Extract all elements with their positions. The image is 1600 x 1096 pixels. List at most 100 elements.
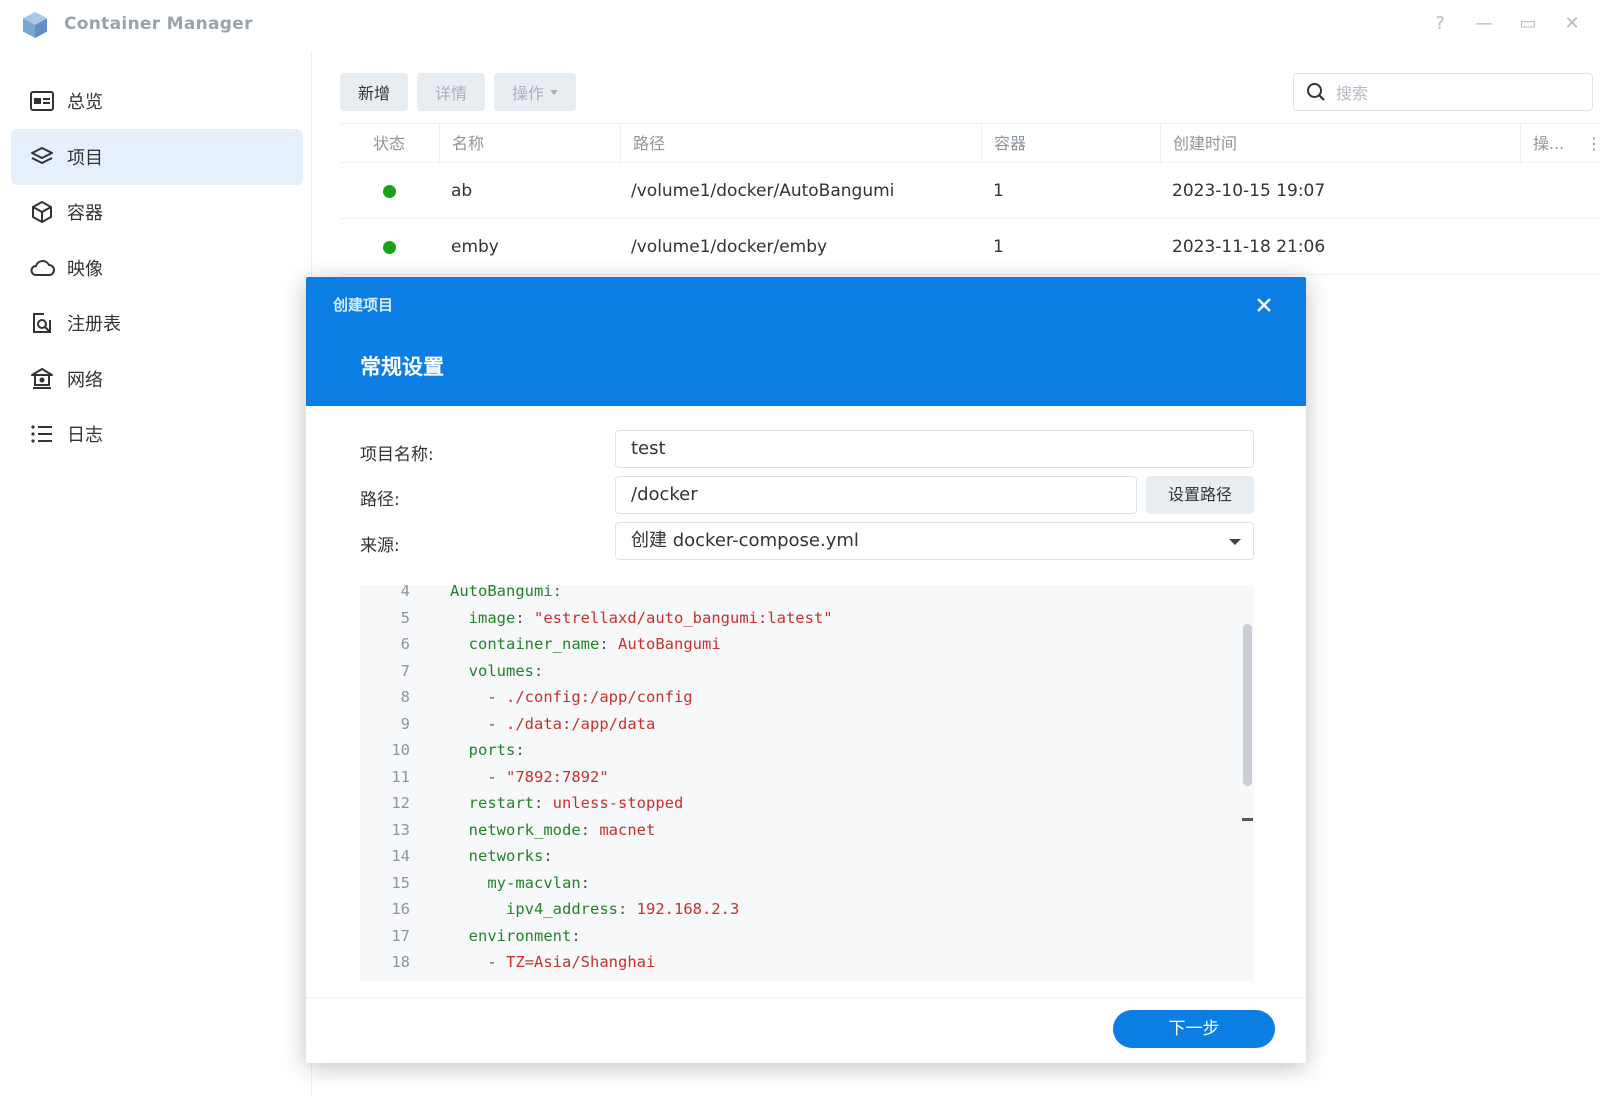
sidebar-item-network[interactable]: 网络 (11, 351, 303, 407)
close-icon[interactable] (1253, 294, 1275, 316)
table-header: 状态 名称 路径 容器 创建时间 操... ⋮ (340, 123, 1600, 164)
yaml-key: my-macvlan (487, 873, 581, 892)
project-name-input[interactable]: test (615, 430, 1254, 468)
source-select[interactable]: 创建 docker-compose.yml (615, 522, 1254, 560)
row-path: /volume1/docker/AutoBangumi (631, 181, 895, 201)
code-line: 4 AutoBangumi: (360, 585, 1220, 605)
line-number: 18 (391, 953, 410, 971)
column-header-name[interactable]: 名称 (439, 124, 484, 164)
sidebar-item-projects[interactable]: 项目 (11, 129, 303, 185)
search-placeholder: 搜索 (1336, 84, 1369, 103)
status-running-icon (383, 185, 396, 198)
table-row[interactable]: ab /volume1/docker/AutoBangumi 1 2023-10… (340, 163, 1600, 219)
code-content: - ./data:/app/data (450, 711, 655, 738)
code-line: 9 - ./data:/app/data (360, 711, 1220, 738)
yaml-value: ./config:/app/config (506, 688, 693, 706)
row-containers: 1 (993, 237, 1004, 257)
help-icon[interactable]: ? (1430, 12, 1450, 36)
editor-scroll-marker (1242, 818, 1253, 821)
code-line: 5 image: "estrellaxd/auto_bangumi:latest… (360, 605, 1220, 632)
maximize-icon[interactable]: ▭ (1518, 12, 1538, 36)
next-button[interactable]: 下一步 (1113, 1010, 1275, 1048)
set-path-button[interactable]: 设置路径 (1146, 476, 1254, 514)
projects-table: 状态 名称 路径 容器 创建时间 操... ⋮ ab /volume1/dock… (340, 123, 1600, 275)
list-icon (29, 421, 55, 447)
line-number: 7 (400, 661, 410, 680)
actions-dropdown[interactable]: 操作 (494, 73, 577, 111)
sidebar-item-label: 映像 (67, 259, 103, 280)
path-input[interactable]: /docker (615, 476, 1137, 514)
yaml-value: AutoBangumi (618, 635, 721, 653)
line-number: 10 (391, 741, 410, 759)
minimize-icon[interactable]: — (1474, 12, 1494, 36)
row-name: emby (451, 237, 499, 257)
status-running-icon (383, 241, 396, 254)
cloud-icon (29, 255, 55, 281)
yaml-separator: : (552, 585, 562, 600)
yaml-separator: - (487, 688, 506, 706)
sidebar-item-overview[interactable]: 总览 (11, 73, 303, 129)
table-row[interactable]: emby /volume1/docker/emby 1 2023-11-18 2… (340, 219, 1600, 275)
project-name-label: 项目名称: (360, 445, 434, 465)
row-path: /volume1/docker/emby (631, 237, 828, 257)
editor-scrollbar[interactable] (1243, 624, 1252, 786)
code-content: ipv4_address: 192.168.2.3 (450, 896, 739, 923)
sidebar-item-registry[interactable]: 注册表 (11, 295, 303, 351)
yaml-separator: : (534, 661, 544, 680)
column-header-path[interactable]: 路径 (620, 124, 665, 164)
column-header-status[interactable]: 状态 (373, 124, 405, 164)
source-label: 来源: (360, 536, 400, 556)
sidebar-item-label: 总览 (67, 92, 103, 113)
line-number: 12 (391, 794, 410, 812)
yaml-separator: : (571, 926, 581, 945)
code-content: networks: (450, 843, 553, 870)
path-label: 路径: (360, 490, 400, 510)
column-menu-icon[interactable]: ⋮ (1586, 124, 1600, 164)
code-content: volumes: (450, 658, 544, 685)
yaml-key: volumes (468, 661, 534, 680)
layers-icon (29, 144, 55, 170)
close-icon[interactable]: ✕ (1562, 12, 1582, 36)
dialog-header: 创建项目 常规设置 (306, 277, 1306, 406)
toolbar: 新增 详情 操作 (340, 73, 577, 111)
column-header-created[interactable]: 创建时间 (1160, 124, 1237, 164)
sidebar-item-logs[interactable]: 日志 (11, 406, 303, 462)
details-button[interactable]: 详情 (417, 73, 486, 111)
code-content: restart: unless-stopped (450, 790, 684, 817)
yaml-separator: : (617, 900, 637, 918)
yaml-value: macnet (599, 820, 656, 839)
line-number: 8 (400, 688, 410, 706)
cube-icon (29, 199, 55, 225)
code-line: 11 - "7892:7892" (360, 764, 1220, 791)
sidebar-item-images[interactable]: 映像 (11, 240, 303, 296)
line-number: 4 (400, 585, 410, 600)
dialog-title: 创建项目 (333, 296, 394, 314)
column-header-containers[interactable]: 容器 (981, 124, 1026, 164)
source-selected-value: 创建 docker-compose.yml (631, 530, 859, 551)
sidebar-item-label: 项目 (67, 148, 103, 169)
code-content: container_name: AutoBangumi (450, 631, 721, 658)
yaml-separator: : (580, 820, 600, 839)
code-content: image: "estrellaxd/auto_bangumi:latest" (450, 605, 833, 632)
column-header-actions[interactable]: 操... (1520, 124, 1564, 164)
yaml-separator: : (515, 741, 525, 759)
add-button[interactable]: 新增 (340, 73, 409, 111)
line-number: 15 (391, 873, 410, 892)
compose-code-editor[interactable]: 4 AutoBangumi: 5 image: "estrellaxd/auto_b… (360, 585, 1254, 981)
yaml-separator: : (580, 873, 590, 892)
search-input[interactable]: 搜索 (1293, 73, 1593, 111)
sidebar-item-containers[interactable]: 容器 (11, 184, 303, 240)
line-number: 14 (391, 847, 410, 865)
code-line: 13 network_mode: macnet (360, 817, 1220, 844)
yaml-value: ./data:/app/data (506, 714, 656, 733)
